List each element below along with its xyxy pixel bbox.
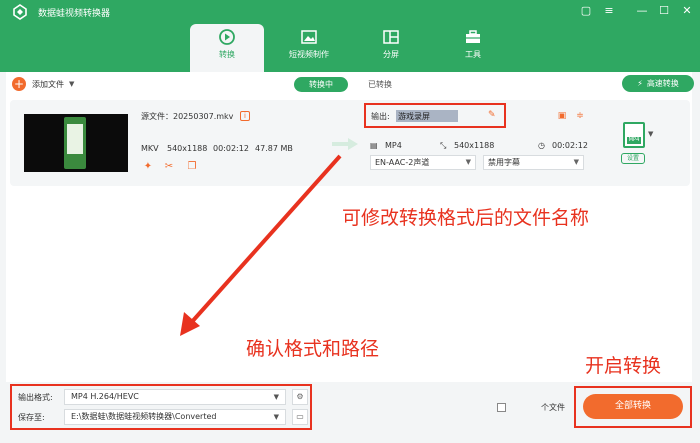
minimize-icon[interactable]: — bbox=[634, 4, 650, 17]
edit-effects-icon[interactable]: ❐ bbox=[186, 161, 198, 173]
subtitle-icon[interactable]: ▣ bbox=[556, 111, 568, 121]
cut-icon[interactable]: ✂ bbox=[163, 161, 175, 173]
info-icon[interactable]: i bbox=[240, 111, 250, 121]
source-file-name: 源文件：20250307.mkv bbox=[141, 112, 234, 121]
toolbox-icon bbox=[466, 30, 480, 43]
tab-short-video[interactable]: 短视频制作 bbox=[272, 24, 346, 72]
confirm-annotation: 确认格式和路径 bbox=[246, 338, 380, 360]
merge-checkbox[interactable] bbox=[497, 403, 506, 412]
audio-track-value: EN-AAC-2声道 bbox=[375, 158, 430, 167]
format-badge: MP4 bbox=[627, 137, 641, 144]
split-icon[interactable]: ≑ bbox=[574, 111, 586, 121]
split-screen-icon bbox=[383, 30, 399, 44]
film-icon: ▤ bbox=[370, 141, 378, 150]
maximize-icon[interactable]: ☐ bbox=[656, 4, 672, 17]
format-settings-icon[interactable]: ⚙ bbox=[292, 389, 308, 405]
source-size: 47.87 MB bbox=[255, 144, 293, 153]
chevron-down-icon: ▼ bbox=[465, 158, 471, 166]
output-format-value: MP4 H.264/HEVC bbox=[71, 392, 139, 401]
output-resolution: 540x1188 bbox=[454, 141, 495, 150]
output-format: MP4 bbox=[385, 141, 402, 150]
tab-convert[interactable]: 转换 bbox=[190, 24, 264, 72]
save-path-select[interactable]: E:\数据蛙\数据蛙视频转换器\Converted ▼ bbox=[64, 409, 286, 425]
chevron-down-icon[interactable]: ▼ bbox=[648, 130, 653, 138]
chevron-down-icon: ▼ bbox=[573, 158, 579, 166]
title-bar: 数据蛙视频转换器 ▢ ≡ — ☐ ✕ 转换 短视频制作 分屏 工具 bbox=[0, 0, 700, 72]
menu-icon[interactable]: ≡ bbox=[601, 4, 617, 17]
subtitle-value: 禁用字幕 bbox=[488, 158, 520, 167]
audio-track-select[interactable]: EN-AAC-2声道 ▼ bbox=[370, 155, 476, 170]
fast-convert-label: 高速转换 bbox=[646, 79, 679, 88]
app-title: 数据蛙视频转换器 bbox=[38, 9, 111, 19]
fast-convert-button[interactable]: ⚡ 高速转换 bbox=[622, 75, 694, 92]
clock-icon: ◷ bbox=[538, 141, 545, 150]
output-label: 输出: bbox=[371, 112, 390, 121]
source-duration: 00:02:12 bbox=[213, 144, 249, 153]
output-name-field[interactable]: 游戏录屏 bbox=[396, 110, 458, 122]
tab-split-screen-label: 分屏 bbox=[383, 50, 399, 59]
tab-short-video-label: 短视频制作 bbox=[289, 50, 329, 59]
output-format-select[interactable]: MP4 H.264/HEVC ▼ bbox=[64, 389, 286, 405]
thumbnail-screen bbox=[67, 124, 83, 154]
source-resolution: 540x1188 bbox=[167, 144, 208, 153]
plus-icon: + bbox=[12, 77, 26, 91]
rename-annotation: 可修改转换格式后的文件名称 bbox=[342, 207, 590, 229]
tab-converted[interactable]: 已转换 bbox=[362, 77, 398, 92]
resize-icon: ⤡ bbox=[440, 141, 447, 150]
tab-convert-label: 转换 bbox=[219, 50, 235, 59]
start-annotation: 开启转换 bbox=[585, 355, 662, 377]
output-format-icon[interactable]: MP4 bbox=[623, 122, 645, 148]
merge-label: 个文件 bbox=[541, 403, 565, 412]
save-path-value: E:\数据蛙\数据蛙视频转换器\Converted bbox=[71, 412, 217, 421]
settings-button[interactable]: 设置 bbox=[621, 153, 645, 164]
video-thumbnail[interactable] bbox=[24, 114, 128, 172]
tab-split-screen[interactable]: 分屏 bbox=[354, 24, 428, 72]
convert-icon bbox=[219, 29, 235, 45]
save-to-label: 保存至: bbox=[18, 413, 45, 422]
chevron-down-icon[interactable]: ▼ bbox=[69, 80, 74, 88]
pencil-icon[interactable]: ✎ bbox=[488, 110, 496, 120]
add-file-label: 添加文件 bbox=[32, 79, 64, 89]
chevron-down-icon: ▼ bbox=[273, 393, 279, 401]
tab-converting[interactable]: 转换中 bbox=[294, 77, 348, 92]
convert-all-button[interactable]: 全部转换 bbox=[583, 394, 683, 419]
tab-tools[interactable]: 工具 bbox=[436, 24, 510, 72]
output-format-label: 输出格式: bbox=[18, 393, 53, 402]
chat-icon[interactable]: ▢ bbox=[578, 4, 594, 17]
chevron-down-icon: ▼ bbox=[273, 413, 279, 421]
enhance-icon[interactable]: ✦ bbox=[142, 161, 154, 173]
app-logo-icon bbox=[13, 4, 27, 20]
tab-tools-label: 工具 bbox=[465, 50, 481, 59]
video-make-icon bbox=[301, 30, 317, 44]
lightning-icon: ⚡ bbox=[637, 79, 643, 88]
folder-icon[interactable]: ▭ bbox=[292, 409, 308, 425]
close-icon[interactable]: ✕ bbox=[679, 4, 695, 17]
source-format: MKV bbox=[141, 144, 159, 153]
subtitle-select[interactable]: 禁用字幕 ▼ bbox=[483, 155, 584, 170]
output-duration: 00:02:12 bbox=[552, 141, 588, 150]
convert-arrow-icon bbox=[332, 138, 358, 150]
add-file-button[interactable]: + 添加文件 ▼ bbox=[12, 76, 74, 92]
